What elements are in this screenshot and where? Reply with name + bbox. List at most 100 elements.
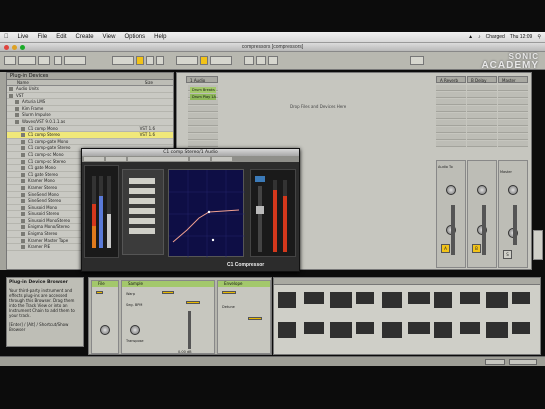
clip-slot[interactable] [188, 120, 218, 126]
clip-slot[interactable] [436, 141, 466, 147]
metronome-button[interactable] [54, 56, 62, 65]
draw-mode-button[interactable] [244, 56, 254, 65]
loop-length-field[interactable] [210, 56, 232, 65]
clip-slot[interactable] [467, 92, 497, 98]
plugin-undo-button[interactable] [190, 157, 210, 161]
midi-map-button[interactable] [268, 56, 278, 65]
volume-slider[interactable] [188, 311, 191, 349]
volume-icon[interactable]: ♪ [478, 34, 481, 40]
clip-slot[interactable] [436, 92, 466, 98]
clip-slot[interactable] [467, 120, 497, 126]
browser-item[interactable]: Kim Frame [7, 106, 173, 113]
menu-view[interactable]: View [103, 34, 116, 40]
clip-slot[interactable] [436, 113, 466, 119]
browser-item[interactable]: C1 comp Mono VST 1.6 [7, 126, 173, 133]
track-header-audio[interactable]: 1 Audio [186, 76, 218, 83]
knee-button[interactable] [129, 218, 155, 224]
clip-slot[interactable] [498, 127, 528, 133]
clip-slot[interactable] [467, 99, 497, 105]
plugin-title[interactable]: C1 comp Stereo/1 Audio [82, 149, 299, 156]
loop-switch[interactable] [200, 56, 208, 65]
plugin-setup-button[interactable] [212, 157, 232, 161]
zoom-window-button[interactable] [20, 45, 25, 50]
minimize-window-button[interactable] [12, 45, 17, 50]
clip-slot[interactable] [436, 99, 466, 105]
clip-slot[interactable] [498, 120, 528, 126]
stop-button[interactable] [146, 56, 154, 65]
envelope-toggle[interactable] [222, 291, 236, 294]
solo-button-master[interactable]: S [503, 250, 512, 259]
browser-item[interactable]: VST [7, 93, 173, 100]
clip-slot[interactable] [436, 134, 466, 140]
clip-slot-1[interactable]: Drum Breaks [190, 87, 216, 93]
play-button[interactable] [136, 56, 144, 65]
gain-button[interactable] [129, 228, 155, 234]
loop-button[interactable] [186, 301, 200, 304]
menu-live[interactable]: Live [18, 34, 29, 40]
sample-editor[interactable] [273, 277, 541, 355]
warp-button[interactable] [162, 291, 174, 294]
volume-fader-a[interactable] [451, 205, 455, 255]
clip-slot[interactable] [436, 85, 466, 91]
track-header-master[interactable]: Master [498, 76, 528, 83]
time-signature-field[interactable] [38, 56, 50, 65]
clip-slot[interactable] [498, 113, 528, 119]
arrangement-position-field[interactable] [112, 56, 134, 65]
volume-fader-b[interactable] [482, 205, 486, 255]
tap-tempo-button[interactable] [4, 56, 16, 65]
clip-slot[interactable] [467, 134, 497, 140]
ratio-button[interactable] [129, 198, 155, 204]
plugin-preset-menu[interactable] [128, 157, 188, 161]
device-envelope-title[interactable]: Envelope [218, 281, 270, 287]
clip-slot[interactable] [498, 99, 528, 105]
file-activator[interactable] [96, 291, 103, 294]
clip-slot[interactable] [436, 106, 466, 112]
clip-slot[interactable] [498, 85, 528, 91]
clip-slot[interactable] [188, 106, 218, 112]
menu-help[interactable]: Help [154, 34, 166, 40]
clip-slot[interactable] [467, 106, 497, 112]
browser-item[interactable]: Slurm Impulse [7, 112, 173, 119]
quantize-menu[interactable] [64, 56, 86, 65]
browser-item[interactable]: Waves/VST 9.0.1.1.as [7, 119, 173, 126]
sample-ruler[interactable] [274, 278, 540, 285]
column-name[interactable]: Name [17, 80, 29, 85]
spotlight-icon[interactable]: ⚲ [537, 34, 541, 40]
clip-slot[interactable] [188, 127, 218, 133]
clip-slot[interactable] [498, 92, 528, 98]
envelope-mode[interactable] [248, 317, 262, 320]
transpose-knob[interactable] [130, 325, 140, 335]
wifi-icon[interactable]: ▲ [468, 34, 473, 40]
column-size[interactable]: Size [145, 80, 153, 85]
tempo-field[interactable] [18, 56, 36, 65]
record-button[interactable] [156, 56, 164, 65]
volume-fader-master[interactable] [513, 205, 517, 245]
apple-menu-icon[interactable]:  [4, 34, 9, 40]
browser-item[interactable]: C1 comp Stereo VST 1.6 [7, 132, 173, 139]
clip-slot[interactable] [436, 127, 466, 133]
user-name[interactable]: Charged [486, 34, 505, 40]
browser-item[interactable]: C1 comp-gate Mono [7, 139, 173, 146]
clip-slot[interactable] [467, 113, 497, 119]
clip-slot[interactable] [188, 113, 218, 119]
plugin-save-button[interactable] [106, 157, 126, 161]
clip-slot[interactable] [467, 141, 497, 147]
makeup-button[interactable] [129, 208, 155, 214]
sends-toggle[interactable] [533, 230, 543, 260]
track-activator-a[interactable]: A [441, 244, 450, 253]
track-activator-b[interactable]: B [472, 244, 481, 253]
compression-curve-graph[interactable] [168, 169, 245, 258]
pan-knob-master[interactable] [508, 185, 518, 195]
browser-item[interactable]: Audio Units [7, 86, 173, 93]
browser-item[interactable]: Arturia LMS [7, 99, 173, 106]
release-button[interactable] [129, 188, 155, 194]
loop-start-field[interactable] [176, 56, 198, 65]
close-window-button[interactable] [4, 45, 9, 50]
clip-slot[interactable] [188, 141, 218, 147]
plugin-load-button[interactable] [84, 157, 104, 161]
menu-file[interactable]: File [38, 34, 48, 40]
track-header-return-a[interactable]: A Reverb [436, 76, 466, 83]
menu-create[interactable]: Create [76, 34, 94, 40]
clip-slot[interactable] [467, 127, 497, 133]
track-selector[interactable] [509, 359, 537, 365]
